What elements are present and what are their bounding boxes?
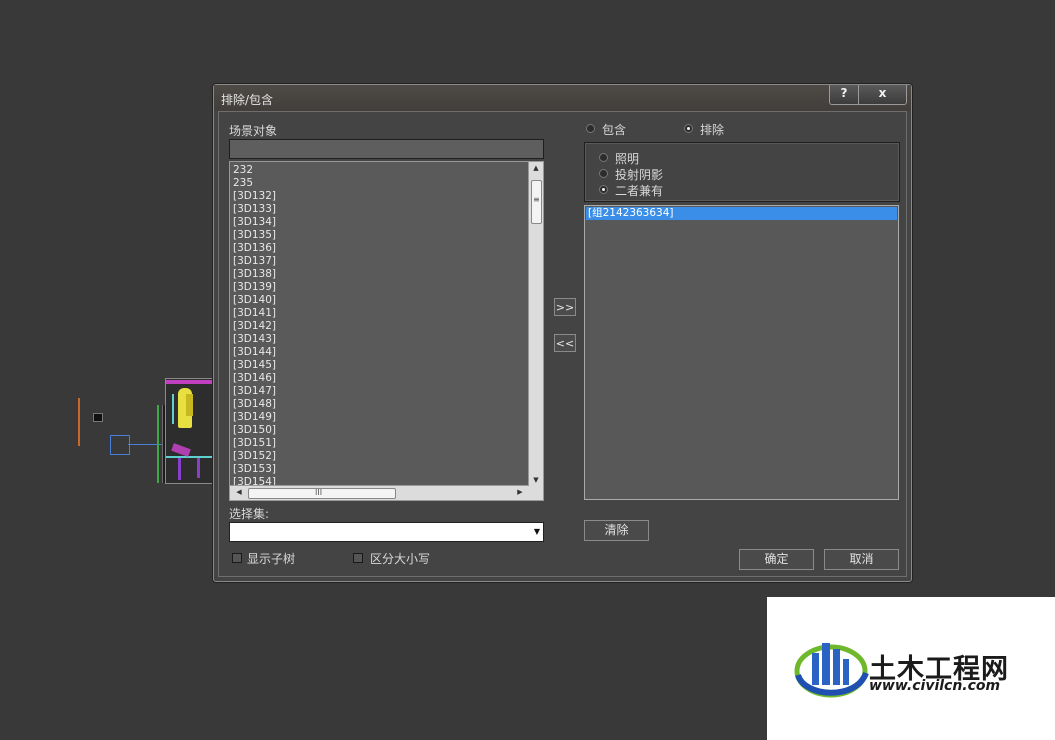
add-to-list-button[interactable]: >>: [554, 298, 576, 316]
effect-group: 照明 投射阴影 二者兼有: [584, 142, 900, 202]
scroll-down-icon[interactable]: ▼: [529, 476, 543, 484]
list-item[interactable]: 232: [233, 164, 276, 177]
illumination-radio[interactable]: [599, 153, 608, 162]
list-item[interactable]: [3D150]: [233, 424, 276, 437]
list-item-selected[interactable]: [组2142363634]: [586, 207, 897, 220]
viewport-model-part: [197, 458, 200, 478]
viewport-model-part: [172, 394, 174, 424]
list-item[interactable]: [3D149]: [233, 411, 276, 424]
horizontal-scroll-thumb[interactable]: III: [248, 488, 396, 499]
shadow-casting-radio[interactable]: [599, 169, 608, 178]
viewport-model-part: [166, 380, 214, 384]
shadow-casting-label: 投射阴影: [615, 168, 664, 182]
both-radio[interactable]: [599, 185, 608, 194]
list-item[interactable]: [3D153]: [233, 463, 276, 476]
include-label: 包含: [602, 123, 627, 137]
close-button[interactable]: x: [859, 85, 906, 104]
exclude-radio[interactable]: [684, 124, 693, 133]
list-item[interactable]: 235: [233, 177, 276, 190]
grip-icon: III: [315, 488, 323, 497]
excluded-objects-list[interactable]: [组2142363634]: [584, 205, 899, 500]
horizontal-scrollbar[interactable]: ◀ III ▶: [230, 485, 529, 500]
help-button[interactable]: ?: [830, 85, 859, 104]
list-item[interactable]: [3D143]: [233, 333, 276, 346]
exclude-include-dialog: 排除/包含 ? x 场景对象 232 235 [3D132] [3D133] [3D13…: [213, 84, 912, 582]
scroll-up-icon[interactable]: ▲: [529, 164, 543, 172]
list-item[interactable]: [3D144]: [233, 346, 276, 359]
exclude-label: 排除: [700, 123, 725, 137]
show-subtree-label: 显示子树: [247, 552, 296, 566]
list-item[interactable]: [3D152]: [233, 450, 276, 463]
scroll-left-icon[interactable]: ◀: [232, 488, 246, 496]
list-item[interactable]: [3D141]: [233, 307, 276, 320]
list-item[interactable]: [3D145]: [233, 359, 276, 372]
viewport-model-part: [166, 456, 216, 458]
scene-objects-label: 场景对象: [229, 124, 278, 138]
list-item[interactable]: [3D135]: [233, 229, 276, 242]
watermark-url: www.civilcn.com: [869, 678, 1001, 694]
include-radio[interactable]: [586, 124, 595, 133]
list-item[interactable]: [3D140]: [233, 294, 276, 307]
show-subtree-checkbox[interactable]: [232, 553, 242, 563]
dialog-body: 场景对象 232 235 [3D132] [3D133] [3D134] [3D135][…: [218, 111, 907, 577]
selection-set-dropdown[interactable]: ▼: [229, 522, 544, 542]
ok-button[interactable]: 确定: [739, 549, 814, 570]
list-item[interactable]: [3D139]: [233, 281, 276, 294]
clear-button[interactable]: 清除: [584, 520, 649, 541]
grip-icon: ≡: [533, 195, 540, 204]
vertical-scrollbar[interactable]: ▲ ≡ ▼: [528, 162, 543, 486]
viewport-green-edge: [157, 405, 159, 483]
scene-objects-items: 232 235 [3D132] [3D133] [3D134] [3D135] [3D136…: [233, 164, 276, 489]
list-item[interactable]: [3D146]: [233, 372, 276, 385]
viewport-object-marker: [93, 413, 103, 422]
scroll-right-icon[interactable]: ▶: [513, 488, 527, 496]
viewport-target-box: [110, 435, 130, 455]
both-label: 二者兼有: [615, 184, 664, 198]
list-item[interactable]: [3D137]: [233, 255, 276, 268]
viewport-model-part: [186, 394, 193, 416]
viewport-model-part: [178, 458, 181, 480]
list-item[interactable]: [3D151]: [233, 437, 276, 450]
selection-set-label: 选择集:: [229, 507, 270, 521]
case-sensitive-checkbox[interactable]: [353, 553, 363, 563]
vertical-scroll-thumb[interactable]: ≡: [531, 180, 542, 224]
dialog-title: 排除/包含: [221, 93, 274, 107]
case-sensitive-label: 区分大小写: [370, 552, 431, 566]
watermark-logo-icon: [794, 643, 869, 698]
remove-from-list-button[interactable]: <<: [554, 334, 576, 352]
dialog-titlebar[interactable]: 排除/包含 ? x: [214, 85, 911, 111]
viewport-light-line: [78, 398, 80, 446]
list-item[interactable]: [3D136]: [233, 242, 276, 255]
list-item[interactable]: [3D148]: [233, 398, 276, 411]
list-item[interactable]: [3D133]: [233, 203, 276, 216]
scene-filter-input[interactable]: [229, 139, 544, 159]
scrollbar-corner: [529, 486, 543, 500]
scene-objects-list[interactable]: 232 235 [3D132] [3D133] [3D134] [3D135] [3D136…: [229, 161, 544, 501]
list-item[interactable]: [3D142]: [233, 320, 276, 333]
list-item[interactable]: [3D138]: [233, 268, 276, 281]
list-item[interactable]: [3D132]: [233, 190, 276, 203]
titlebar-buttons: ? x: [829, 85, 907, 105]
cancel-button[interactable]: 取消: [824, 549, 899, 570]
list-item[interactable]: [3D134]: [233, 216, 276, 229]
list-item[interactable]: [3D147]: [233, 385, 276, 398]
illumination-label: 照明: [615, 152, 640, 166]
watermark: 土木工程网 www.civilcn.com: [767, 597, 1055, 740]
chevron-down-icon: ▼: [533, 527, 540, 536]
